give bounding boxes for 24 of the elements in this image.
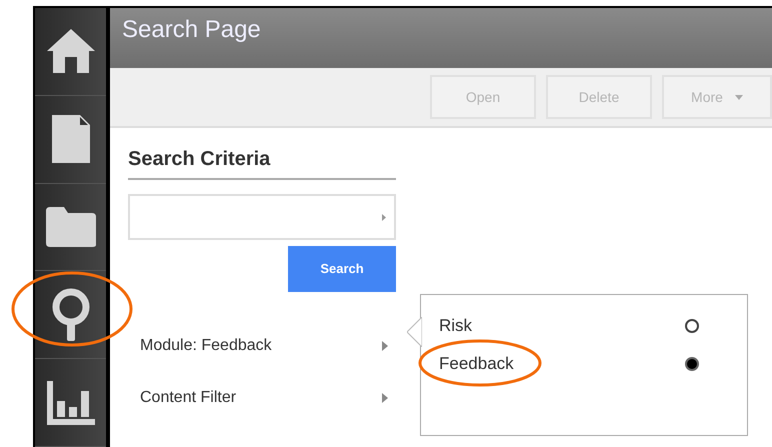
search-field[interactable]: [128, 194, 396, 240]
arrow-icon: [382, 214, 386, 220]
arrow-icon: [382, 341, 388, 351]
radio-button[interactable]: [685, 357, 699, 371]
option-label: Risk: [439, 315, 472, 338]
option-row[interactable]: Risk: [439, 307, 699, 345]
arrow-icon: [382, 393, 388, 403]
document-icon: [50, 113, 92, 166]
bar-chart-icon: [44, 378, 96, 427]
sidebar-item[interactable]: [35, 8, 106, 96]
folder-icon: [44, 204, 98, 249]
caret-icon: [734, 94, 743, 100]
option-row[interactable]: Feedback: [439, 345, 699, 383]
search-button[interactable]: Search: [288, 246, 396, 292]
sidebar-item[interactable]: [35, 271, 106, 360]
radio-button[interactable]: [685, 319, 699, 333]
filter-label[interactable]: Module: Feedback: [140, 334, 272, 358]
filter-label[interactable]: Content Filter: [140, 386, 236, 410]
page-title: Search Page: [122, 16, 261, 43]
sidebar-item[interactable]: [35, 184, 106, 272]
option-label: Feedback: [439, 353, 514, 376]
sidebar-item[interactable]: [35, 96, 106, 184]
sidebar-item[interactable]: [35, 359, 106, 447]
section-title: Search Criteria: [128, 144, 396, 180]
